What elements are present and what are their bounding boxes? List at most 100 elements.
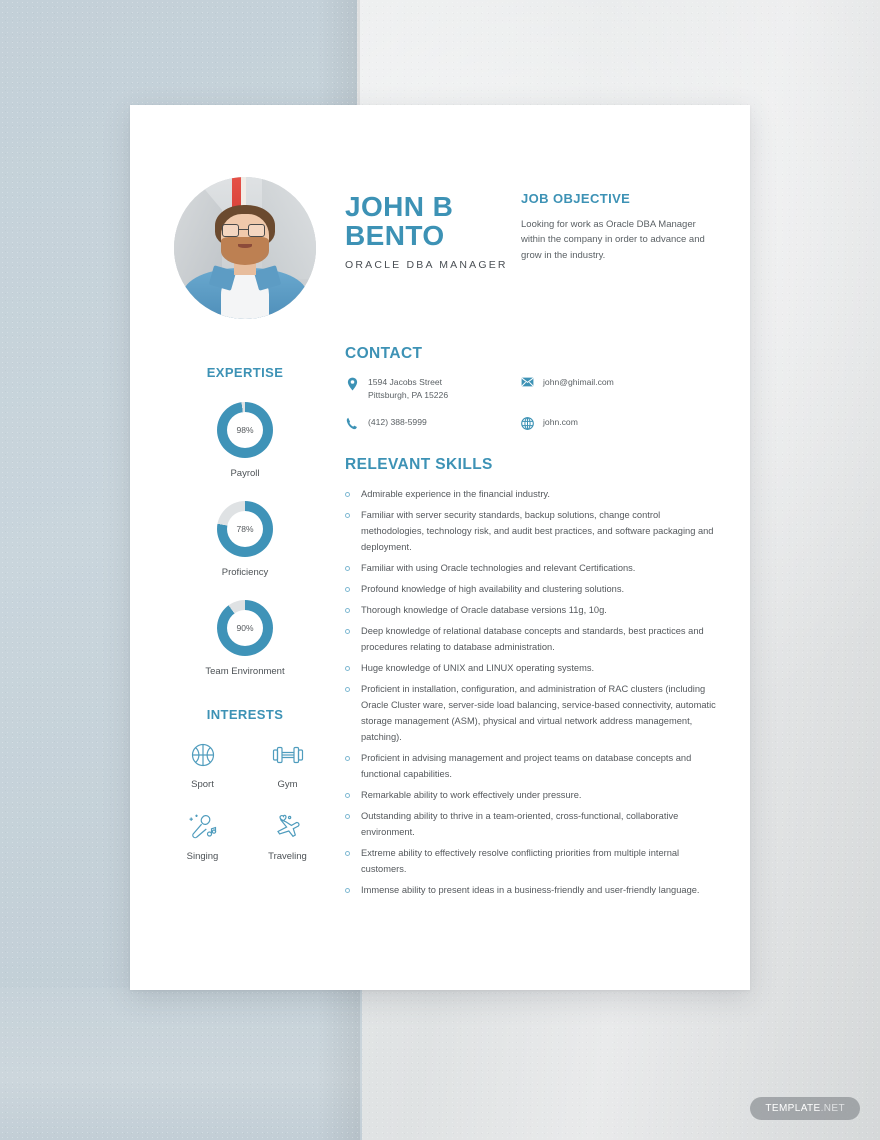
interest-label: Singing bbox=[186, 851, 219, 862]
expertise-item: 78% Proficiency bbox=[160, 501, 330, 578]
name-block: JOHN B BENTO ORACLE DBA MANAGER bbox=[345, 165, 521, 271]
bullet-icon bbox=[345, 850, 350, 856]
skill-list-item: Familiar with server security standards,… bbox=[345, 508, 725, 556]
page-title: JOHN B BENTO bbox=[345, 191, 521, 251]
contact-grid: 1594 Jacobs Street Pittsburgh, PA 15226 … bbox=[345, 376, 725, 430]
contact-website[interactable]: john.com bbox=[520, 416, 725, 430]
job-objective-text: Looking for work as Oracle DBA Manager w… bbox=[521, 219, 705, 261]
expertise-heading: EXPERTISE bbox=[206, 365, 284, 380]
skill-text: Outstanding ability to thrive in a team-… bbox=[361, 810, 679, 837]
expertise-label: Proficiency bbox=[221, 567, 269, 578]
microphone-icon bbox=[187, 810, 219, 844]
skill-list-item: Remarkable ability to work effectively u… bbox=[345, 788, 725, 804]
expertise-donut-chart: 78% bbox=[217, 501, 273, 557]
interest-item: Sport bbox=[189, 738, 217, 790]
skill-text: Extreme ability to effectively resolve c… bbox=[361, 847, 680, 874]
bullet-icon bbox=[345, 686, 350, 692]
expertise-item: 98% Payroll bbox=[160, 402, 330, 479]
skill-list-item: Outstanding ability to thrive in a team-… bbox=[345, 809, 725, 841]
contact-address-text: 1594 Jacobs Street Pittsburgh, PA 15226 bbox=[368, 376, 448, 402]
expertise-donut-chart: 90% bbox=[217, 600, 273, 656]
contact-email-text: john@ghimail.com bbox=[543, 377, 614, 388]
address-line-2: Pittsburgh, PA 15226 bbox=[368, 389, 449, 400]
expertise-percent: 90% bbox=[227, 610, 263, 646]
skill-text: Familiar with using Oracle technologies … bbox=[361, 562, 636, 573]
skill-list-item: Profound knowledge of high availability … bbox=[345, 582, 725, 598]
resume-page: EXPERTISE 98% Payroll 78% Proficiency 90% Tea… bbox=[130, 105, 750, 990]
expertise-label: Payroll bbox=[230, 468, 260, 479]
contact-phone[interactable]: (412) 388-5999 bbox=[345, 416, 520, 430]
contact-address: 1594 Jacobs Street Pittsburgh, PA 15226 bbox=[345, 376, 520, 402]
address-line-1: 1594 Jacobs Street bbox=[368, 377, 443, 388]
contact-website-text: john.com bbox=[543, 416, 578, 427]
airplane-icon bbox=[268, 810, 307, 844]
location-pin-icon bbox=[345, 376, 359, 391]
job-objective-block: JOB OBJECTIVE Looking for work as Oracle… bbox=[521, 165, 721, 271]
interest-item: Singing bbox=[186, 810, 219, 862]
expertise-donut-chart: 98% bbox=[217, 402, 273, 458]
bullet-icon bbox=[345, 491, 350, 497]
bullet-icon bbox=[345, 565, 350, 571]
skill-list-item: Familiar with using Oracle technologies … bbox=[345, 561, 725, 577]
dumbbell-icon bbox=[272, 738, 304, 772]
watermark-light: .NET bbox=[820, 1103, 845, 1114]
expertise-percent: 78% bbox=[227, 511, 263, 547]
bullet-icon bbox=[345, 628, 350, 634]
skill-text: Deep knowledge of relational database co… bbox=[361, 625, 704, 652]
bullet-icon bbox=[345, 607, 350, 613]
skill-text: Huge knowledge of UNIX and LINUX operati… bbox=[361, 662, 595, 673]
skill-text: Thorough knowledge of Oracle database ve… bbox=[361, 604, 607, 615]
contact-email[interactable]: john@ghimail.com bbox=[520, 376, 725, 402]
expertise-percent: 98% bbox=[227, 412, 263, 448]
name-line-1: JOHN B bbox=[345, 191, 454, 222]
skill-list-item: Deep knowledge of relational database co… bbox=[345, 624, 725, 656]
watermark-bold: TEMPLATE bbox=[765, 1103, 821, 1114]
header: JOHN B BENTO ORACLE DBA MANAGER JOB OBJE… bbox=[345, 165, 725, 271]
skill-list-item: Admirable experience in the financial in… bbox=[345, 487, 725, 503]
interest-label: Traveling bbox=[268, 851, 307, 862]
skill-text: Familiar with server security standards,… bbox=[361, 509, 714, 552]
basketball-icon bbox=[189, 738, 217, 772]
right-column: JOHN B BENTO ORACLE DBA MANAGER JOB OBJE… bbox=[345, 165, 725, 904]
skill-text: Profound knowledge of high availability … bbox=[361, 583, 625, 594]
skill-list-item: Immense ability to present ideas in a bu… bbox=[345, 883, 725, 899]
skill-text: Immense ability to present ideas in a bu… bbox=[361, 884, 700, 895]
skill-text: Proficient in advising management and pr… bbox=[361, 752, 692, 779]
skill-list-item: Thorough knowledge of Oracle database ve… bbox=[345, 603, 725, 619]
bullet-icon bbox=[345, 665, 350, 671]
skill-text: Proficient in installation, configuratio… bbox=[361, 683, 716, 742]
skill-list-item: Proficient in installation, configuratio… bbox=[345, 682, 725, 746]
interest-item: Traveling bbox=[268, 810, 307, 862]
skill-list-item: Extreme ability to effectively resolve c… bbox=[345, 846, 725, 878]
relevant-skills-list: Admirable experience in the financial in… bbox=[345, 487, 725, 899]
expertise-list: 98% Payroll 78% Proficiency 90% Team Environm… bbox=[160, 402, 330, 677]
bullet-icon bbox=[345, 887, 350, 893]
skill-list-item: Huge knowledge of UNIX and LINUX operati… bbox=[345, 661, 725, 677]
profile-photo bbox=[174, 177, 316, 319]
interests-heading: INTERESTS bbox=[206, 707, 284, 722]
job-objective-heading: JOB OBJECTIVE bbox=[521, 191, 631, 206]
template-watermark: TEMPLATE.NET bbox=[750, 1097, 860, 1120]
interests-grid: Sport Gym Singing Traveling bbox=[160, 738, 330, 862]
bullet-icon bbox=[345, 512, 350, 518]
interest-item: Gym bbox=[272, 738, 304, 790]
globe-icon bbox=[520, 416, 534, 430]
name-line-2: BENTO bbox=[345, 219, 445, 251]
skill-text: Admirable experience in the financial in… bbox=[361, 488, 550, 499]
phone-icon bbox=[345, 416, 359, 430]
left-column: EXPERTISE 98% Payroll 78% Proficiency 90% Tea… bbox=[160, 165, 330, 862]
bullet-icon bbox=[345, 792, 350, 798]
bullet-icon bbox=[345, 586, 350, 592]
contact-phone-text: (412) 388-5999 bbox=[368, 416, 427, 427]
job-title: ORACLE DBA MANAGER bbox=[345, 259, 508, 272]
contact-heading: CONTACT bbox=[345, 345, 423, 363]
bullet-icon bbox=[345, 813, 350, 819]
expertise-item: 90% Team Environment bbox=[160, 600, 330, 677]
expertise-label: Team Environment bbox=[205, 666, 285, 677]
envelope-icon bbox=[520, 376, 534, 387]
bullet-icon bbox=[345, 755, 350, 761]
skill-text: Remarkable ability to work effectively u… bbox=[361, 789, 582, 800]
relevant-skills-heading: RELEVANT SKILLS bbox=[345, 455, 493, 473]
interest-label: Gym bbox=[277, 779, 298, 790]
skill-list-item: Proficient in advising management and pr… bbox=[345, 751, 725, 783]
